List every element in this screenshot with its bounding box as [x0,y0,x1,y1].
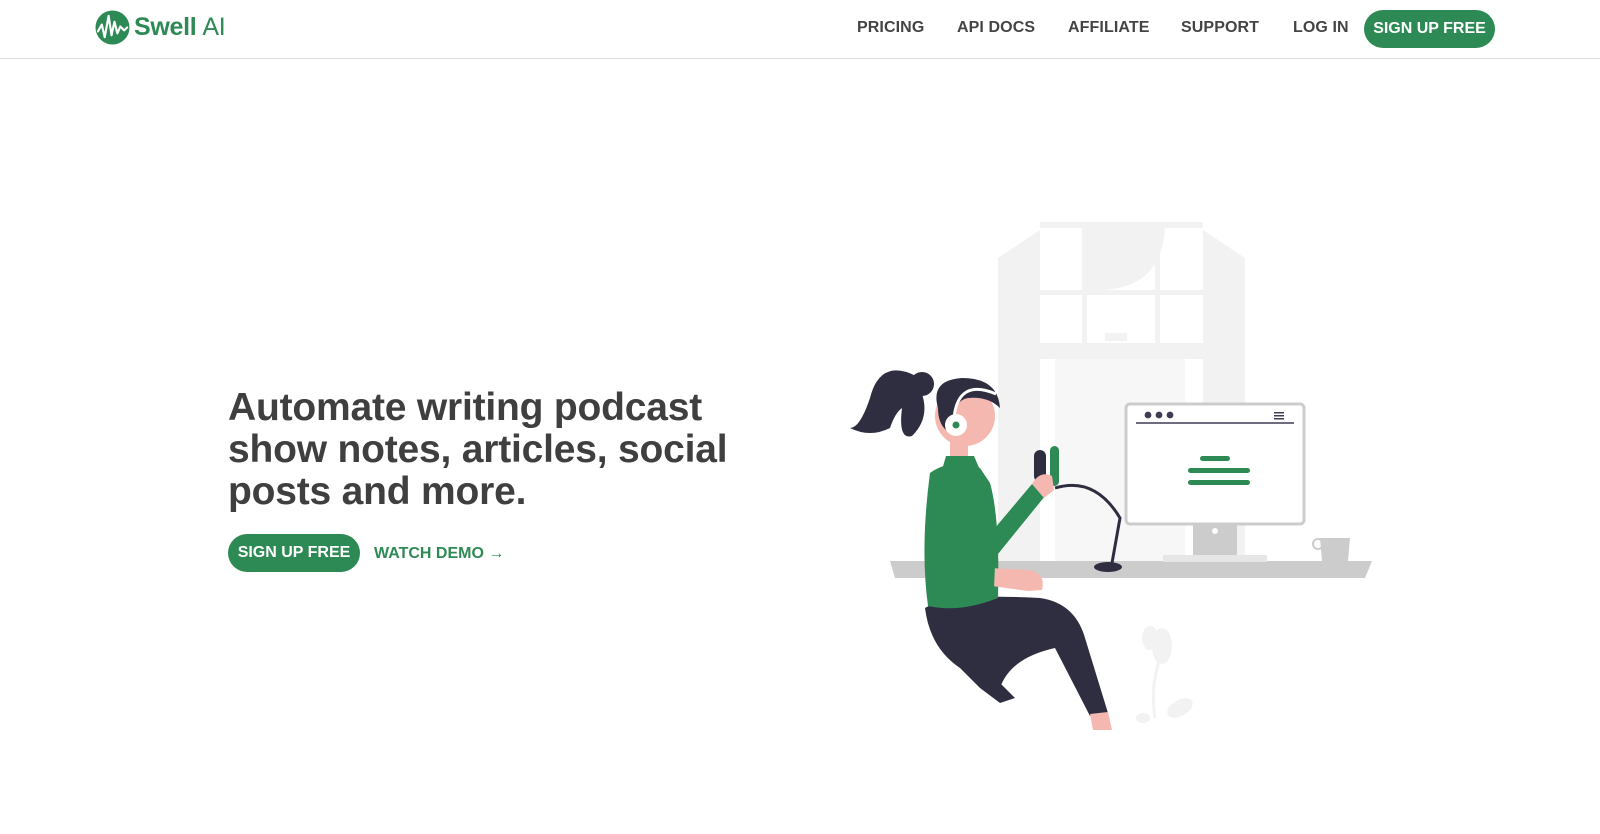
logo-brand-bold: Swell [134,12,197,41]
logo-brand-light: AI [202,12,226,41]
nav-login-link[interactable]: LOG IN [1293,19,1349,37]
hero-title: Automate writing podcast show notes, art… [228,386,728,513]
top-navbar: Swell AI PRICING API DOCS AFFILIATE SUPPO… [0,0,1600,59]
logo-wordmark: Swell AI [134,12,226,42]
logo-waveform-icon [95,9,130,45]
watch-demo-link[interactable]: WATCH DEMO → [374,545,504,563]
nav-signup-button[interactable]: SIGN UP FREE [1364,10,1495,48]
nav-pricing-link[interactable]: PRICING [857,19,924,37]
nav-affiliate-link[interactable]: AFFILIATE [1068,19,1149,37]
plant-icon [1136,626,1193,723]
nav-api-docs-link[interactable]: API DOCS [957,19,1035,37]
mug-icon [1312,538,1350,561]
nav-support-link[interactable]: SUPPORT [1181,19,1259,37]
podcaster-illustration [850,222,1372,730]
hero-signup-button[interactable]: SIGN UP FREE [228,534,360,572]
brand-logo[interactable]: Swell AI [95,9,226,45]
